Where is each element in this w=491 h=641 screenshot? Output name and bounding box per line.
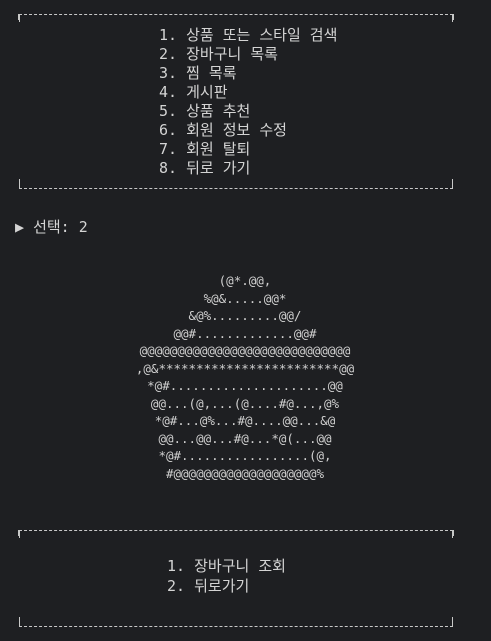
sub-menu-bottom-right-corner — [452, 617, 453, 627]
ascii-art-line: *@#...@%...#@....@@...&@ — [154, 413, 336, 428]
ascii-art-line: @@...(@,...(@....#@...,@% — [150, 395, 340, 411]
ascii-art-line: #@@@@@@@@@@@@@@@@@@@% — [165, 465, 325, 481]
prompt-arrow-icon: ▶ — [15, 218, 25, 236]
main-menu-bottom-left-corner — [19, 179, 20, 189]
main-menu-top-right-corner — [452, 14, 453, 22]
ascii-art-line: &@%.........@@/ — [188, 308, 302, 323]
selection-text: 선택: 2 — [33, 218, 88, 236]
sub-menu-top-right-corner — [452, 530, 453, 538]
sub-item-view-cart[interactable]: 1. 장바구니 조회 — [167, 556, 286, 576]
menu-item-search[interactable]: 1. 상품 또는 스타일 검색 — [159, 26, 337, 45]
menu-item-recommend[interactable]: 5. 상품 추천 — [159, 102, 337, 121]
menu-item-board[interactable]: 4. 게시판 — [159, 83, 337, 102]
main-menu-top-border — [19, 14, 453, 15]
ascii-art-line: @@@@@@@@@@@@@@@@@@@@@@@@@@@@ — [139, 343, 351, 358]
ascii-art-line: *@#.................(@, — [158, 448, 332, 463]
menu-item-withdraw[interactable]: 7. 회원 탈퇴 — [159, 140, 337, 159]
menu-item-edit-profile[interactable]: 6. 회원 정보 수정 — [159, 121, 337, 140]
main-menu-top-left-corner — [19, 14, 20, 22]
ascii-art-line: *@#.....................@@ — [147, 378, 343, 393]
sub-menu-bottom-left-corner — [19, 617, 20, 627]
main-menu-bottom-border — [19, 188, 453, 189]
ascii-art-line: @@#.............@@# — [173, 325, 317, 341]
sub-menu-top-border — [19, 530, 453, 531]
sub-menu-box: 1. 장바구니 조회 2. 뒤로가기 — [18, 530, 454, 627]
cart-ascii-art: (@*.@@, %@&.....@@* &@%.........@@/ @@#.… — [100, 272, 390, 482]
ascii-art-line: (@*.@@, — [218, 273, 272, 288]
menu-item-cart[interactable]: 2. 장바구니 목록 — [159, 45, 337, 64]
sub-item-back[interactable]: 2. 뒤로가기 — [167, 576, 286, 596]
menu-item-back[interactable]: 8. 뒤로 가기 — [159, 159, 337, 178]
sub-menu-list: 1. 장바구니 조회 2. 뒤로가기 — [167, 556, 286, 596]
ascii-art-line: ,@&************************@@ — [135, 360, 355, 376]
ascii-art-line: @@...@@...#@...*@(...@@ — [158, 430, 332, 446]
selection-prompt: ▶ 선택: 2 — [15, 216, 88, 237]
ascii-art-line: %@&.....@@* — [203, 290, 287, 306]
sub-menu-bottom-border — [19, 626, 453, 627]
main-menu-box: 1. 상품 또는 스타일 검색 2. 장바구니 목록 3. 찜 목록 4. 게시… — [18, 14, 454, 189]
menu-item-wishlist[interactable]: 3. 찜 목록 — [159, 64, 337, 83]
main-menu-list: 1. 상품 또는 스타일 검색 2. 장바구니 목록 3. 찜 목록 4. 게시… — [159, 26, 337, 178]
main-menu-bottom-right-corner — [452, 179, 453, 189]
sub-menu-top-left-corner — [19, 530, 20, 538]
